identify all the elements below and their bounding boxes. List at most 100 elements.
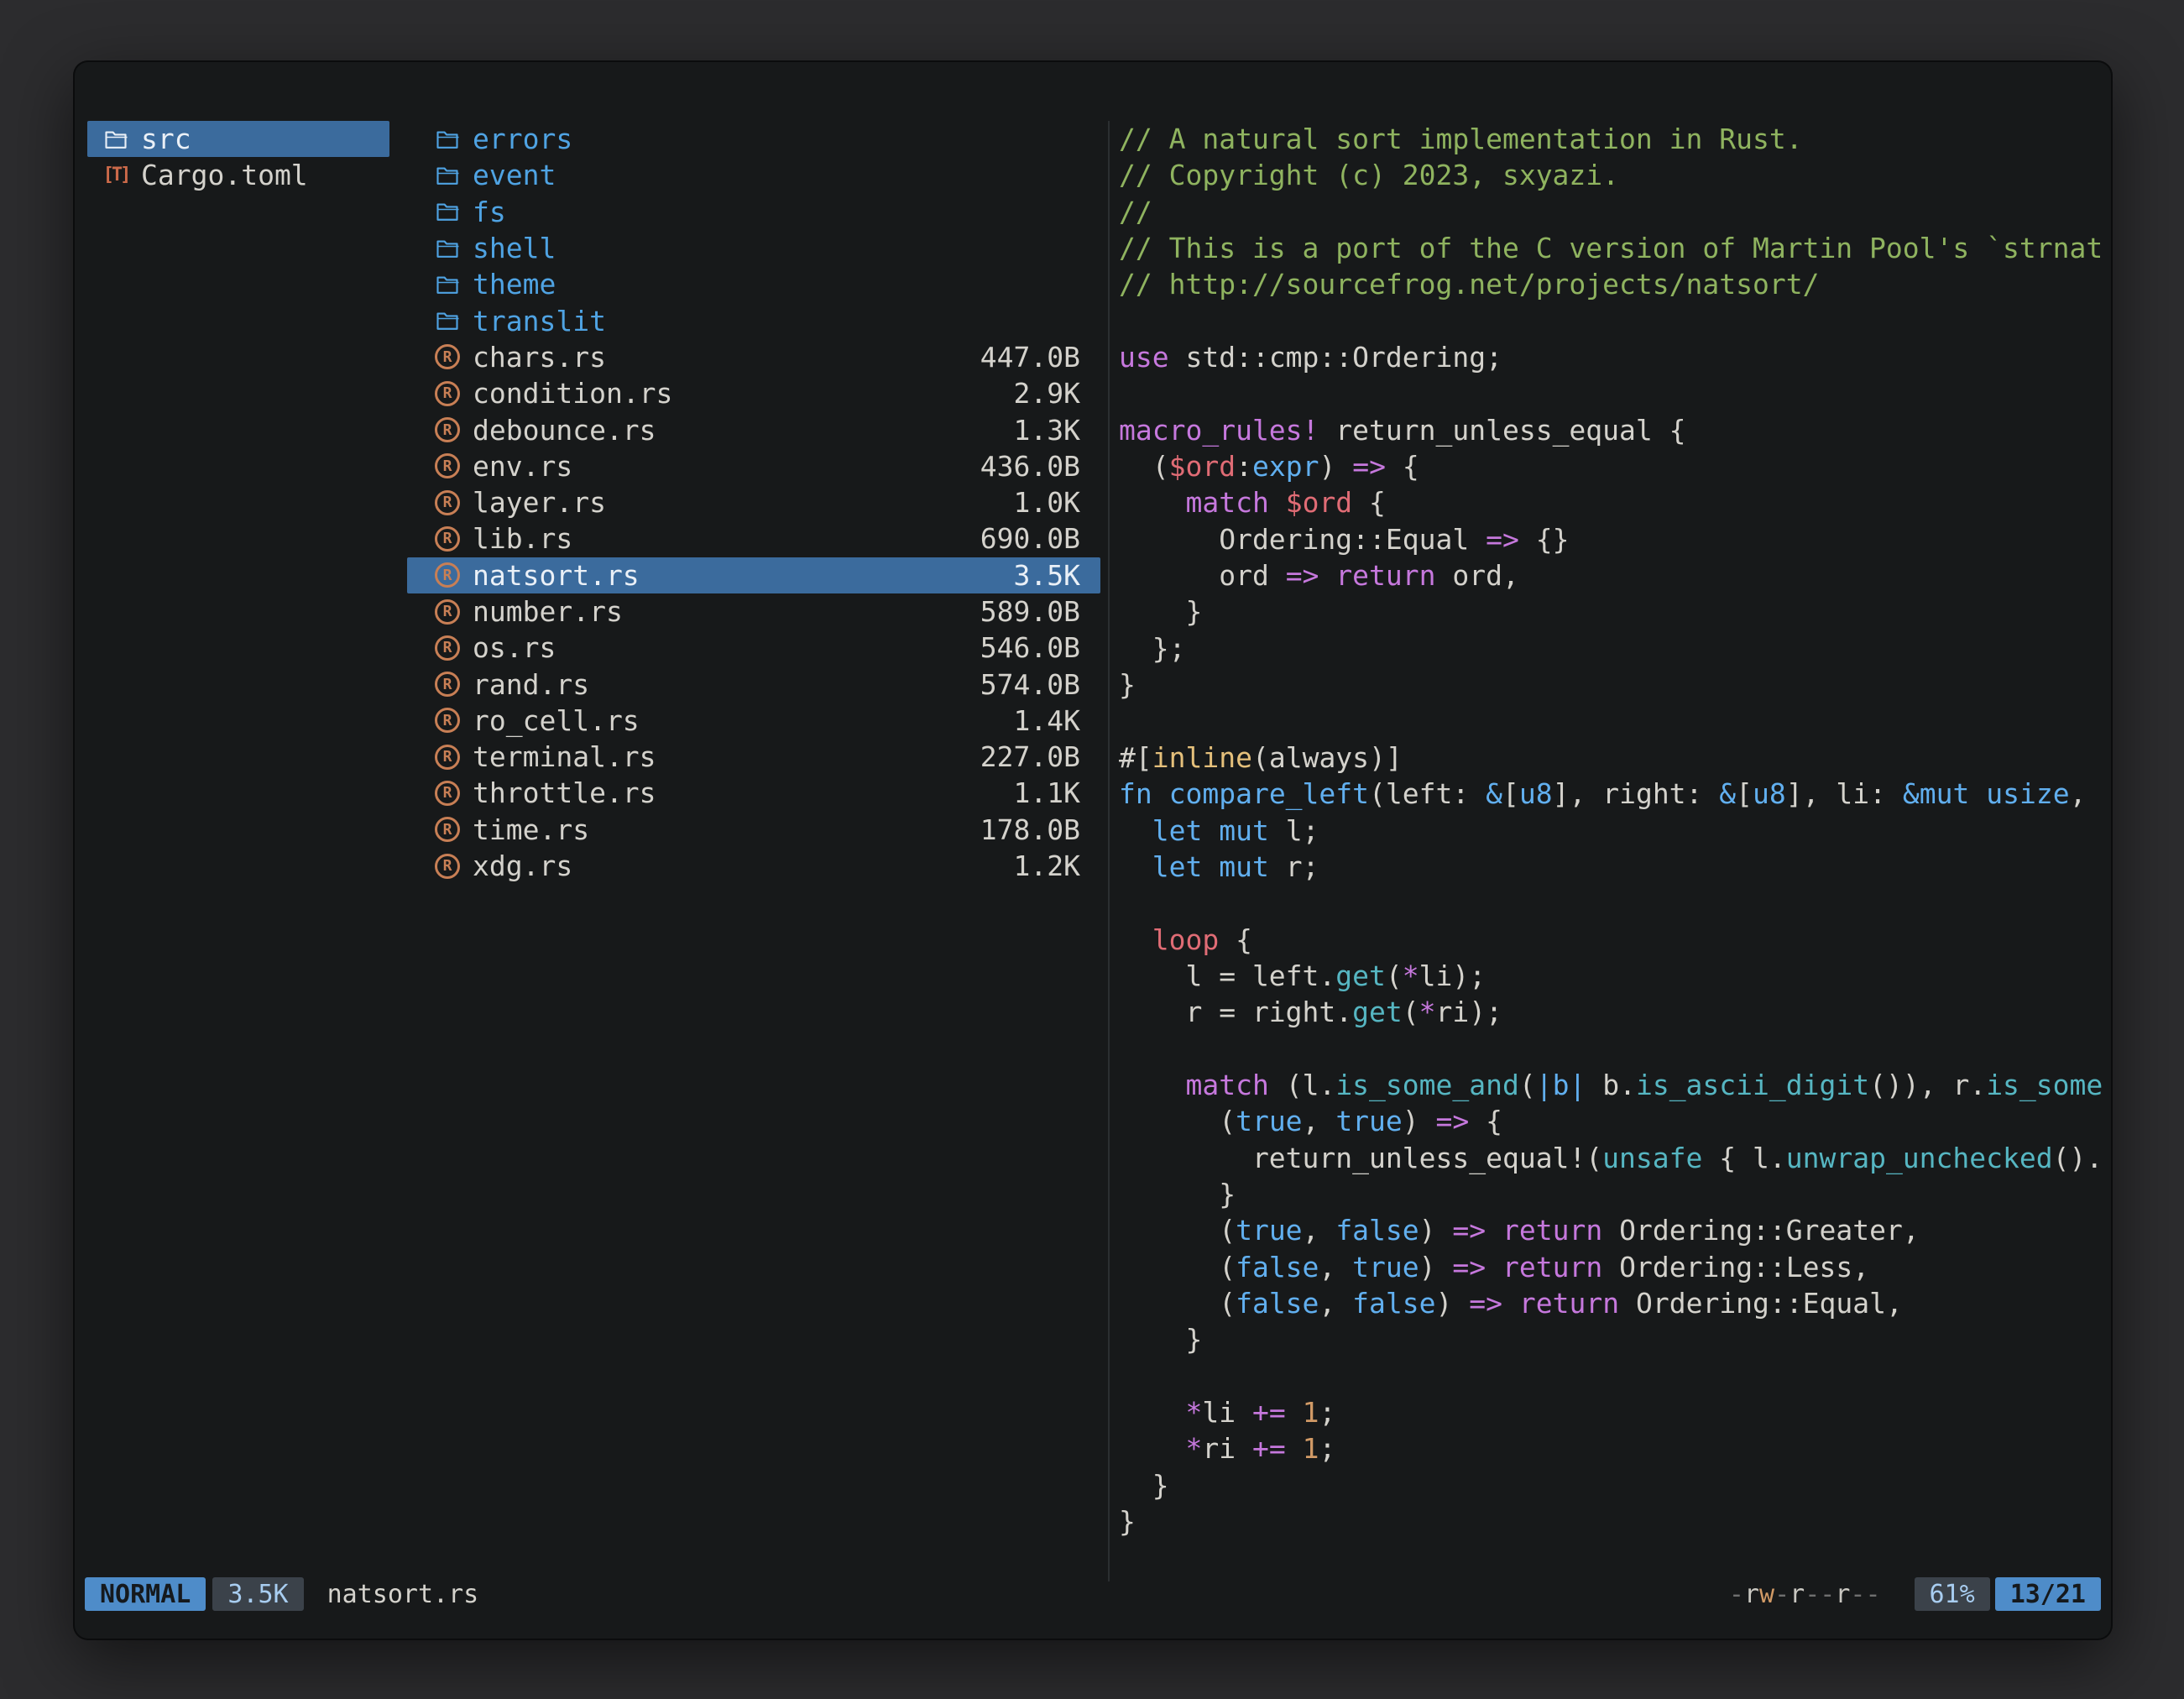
code-line: ($ord:expr) => { bbox=[1119, 448, 2113, 484]
file-row[interactable]: Rtime.rs178.0B bbox=[407, 812, 1100, 848]
code-line bbox=[1119, 885, 2113, 921]
rust-file-icon: R bbox=[432, 415, 462, 445]
file-size: 2.9K bbox=[1014, 377, 1080, 410]
preview-pane: // A natural sort implementation in Rust… bbox=[1119, 121, 2113, 1556]
file-name: rand.rs bbox=[473, 668, 589, 701]
code-line: return_unless_equal!(unsafe { l.unwrap_u… bbox=[1119, 1140, 2113, 1176]
file-row[interactable]: Rdebounce.rs 1.3K bbox=[407, 411, 1100, 447]
code-line: Ordering::Equal => {} bbox=[1119, 521, 2113, 557]
code-line bbox=[1119, 1031, 2113, 1067]
file-name: shell bbox=[473, 232, 556, 264]
code-line: *li += 1; bbox=[1119, 1394, 2113, 1430]
dir-row[interactable]: errors bbox=[407, 121, 1100, 157]
status-bar: NORMAL 3.5K natsort.rs -rw-r--r-- 61% 13… bbox=[73, 1577, 2113, 1611]
dir-row[interactable]: shell bbox=[407, 230, 1100, 266]
code-line: // bbox=[1119, 194, 2113, 230]
code-line: // A natural sort implementation in Rust… bbox=[1119, 121, 2113, 157]
file-row[interactable]: Rthrottle.rs1.1K bbox=[407, 775, 1100, 811]
folder-icon bbox=[432, 196, 462, 227]
file-row[interactable]: Rnumber.rs589.0B bbox=[407, 593, 1100, 630]
code-line: // This is a port of the C version of Ma… bbox=[1119, 230, 2113, 266]
file-row[interactable]: Renv.rs 436.0B bbox=[407, 448, 1100, 484]
rust-file-icon: R bbox=[432, 342, 462, 372]
code-line: // Copyright (c) 2023, sxyazi. bbox=[1119, 157, 2113, 193]
dir-row[interactable]: translit bbox=[407, 302, 1100, 338]
code-line: (true, true) => { bbox=[1119, 1103, 2113, 1139]
file-name: os.rs bbox=[473, 631, 556, 664]
scroll-percent-badge: 61% bbox=[1915, 1577, 1990, 1611]
code-line bbox=[1119, 303, 2113, 339]
code-line bbox=[1119, 375, 2113, 411]
file-size: 1.0K bbox=[1014, 486, 1080, 519]
file-size: 589.0B bbox=[980, 595, 1080, 628]
file-size: 178.0B bbox=[980, 813, 1080, 846]
code-view: // A natural sort implementation in Rust… bbox=[1119, 121, 2113, 1540]
file-row[interactable]: Rrand.rs 574.0B bbox=[407, 666, 1100, 702]
dir-row[interactable]: fs bbox=[407, 194, 1100, 230]
file-name: terminal.rs bbox=[473, 740, 656, 773]
file-size: 227.0B bbox=[980, 740, 1080, 773]
rust-file-icon: R bbox=[432, 451, 462, 481]
file-name: number.rs bbox=[473, 595, 623, 628]
file-name: translit bbox=[473, 305, 606, 337]
dir-row[interactable]: theme bbox=[407, 266, 1100, 302]
folder-icon bbox=[432, 233, 462, 264]
file-name: Cargo.toml bbox=[141, 159, 308, 191]
code-line: l = left.get(*li); bbox=[1119, 958, 2113, 994]
file-row[interactable]: Rnatsort.rs3.5K bbox=[407, 557, 1100, 593]
rust-file-icon: R bbox=[432, 742, 462, 772]
file-row[interactable]: Rchars.rs447.0B bbox=[407, 339, 1100, 375]
file-row[interactable]: Rxdg.rs 1.2K bbox=[407, 848, 1100, 884]
code-line: loop { bbox=[1119, 922, 2113, 958]
file-size: 1.2K bbox=[1014, 850, 1080, 882]
file-row[interactable]: Rro_cell.rs1.4K bbox=[407, 703, 1100, 739]
mode-badge: NORMAL bbox=[85, 1577, 206, 1611]
file-row[interactable]: Rlib.rs690.0B bbox=[407, 520, 1100, 557]
file-row[interactable]: Rterminal.rs 227.0B bbox=[407, 739, 1100, 775]
rust-file-icon: R bbox=[432, 560, 462, 590]
folder-icon bbox=[432, 269, 462, 300]
code-line: } bbox=[1119, 1321, 2113, 1357]
file-name: env.rs bbox=[473, 450, 572, 483]
dir-row[interactable]: src bbox=[87, 121, 389, 157]
file-name: lib.rs bbox=[473, 522, 572, 555]
code-line: ord => return ord, bbox=[1119, 557, 2113, 593]
cursor-position-badge: 13/21 bbox=[1995, 1577, 2101, 1611]
file-size: 546.0B bbox=[980, 631, 1080, 664]
folder-icon bbox=[432, 124, 462, 154]
rust-file-icon: R bbox=[432, 669, 462, 699]
file-name: fs bbox=[473, 196, 506, 228]
code-line: let mut l; bbox=[1119, 813, 2113, 849]
file-size: 574.0B bbox=[980, 668, 1080, 701]
code-line: r = right.get(*ri); bbox=[1119, 994, 2113, 1030]
file-size: 436.0B bbox=[980, 450, 1080, 483]
parent-pane: src[T] Cargo.toml bbox=[87, 121, 389, 194]
rust-file-icon: R bbox=[432, 633, 462, 663]
file-size: 1.4K bbox=[1014, 704, 1080, 737]
rust-file-icon: R bbox=[432, 851, 462, 881]
code-line: match (l.is_some_and(|b| b.is_ascii_digi… bbox=[1119, 1067, 2113, 1103]
rust-file-icon: R bbox=[432, 705, 462, 735]
file-row[interactable]: Rlayer.rs1.0K bbox=[407, 484, 1100, 520]
file-name: debounce.rs bbox=[473, 414, 656, 447]
code-line: *ri += 1; bbox=[1119, 1430, 2113, 1466]
file-row[interactable]: [T] Cargo.toml bbox=[87, 157, 389, 193]
file-name: xdg.rs bbox=[473, 850, 572, 882]
code-line: #[inline(always)] bbox=[1119, 740, 2113, 776]
rust-file-icon: R bbox=[432, 778, 462, 808]
folder-icon bbox=[432, 306, 462, 336]
file-row[interactable]: Ros.rs 546.0B bbox=[407, 630, 1100, 666]
code-line bbox=[1119, 703, 2113, 740]
code-line: } bbox=[1119, 1467, 2113, 1503]
file-row[interactable]: Rcondition.rs2.9K bbox=[407, 375, 1100, 411]
file-name: natsort.rs bbox=[473, 559, 640, 592]
code-line: } bbox=[1119, 593, 2113, 630]
code-line: (false, false) => return Ordering::Equal… bbox=[1119, 1285, 2113, 1321]
rust-file-icon: R bbox=[432, 379, 462, 409]
file-permissions: -rw-r--r-- bbox=[1729, 1580, 1881, 1609]
file-size: 1.3K bbox=[1014, 414, 1080, 447]
code-line: use std::cmp::Ordering; bbox=[1119, 339, 2113, 375]
code-line: }; bbox=[1119, 630, 2113, 667]
dir-row[interactable]: event bbox=[407, 157, 1100, 193]
toml-file-icon: [T] bbox=[101, 160, 131, 191]
